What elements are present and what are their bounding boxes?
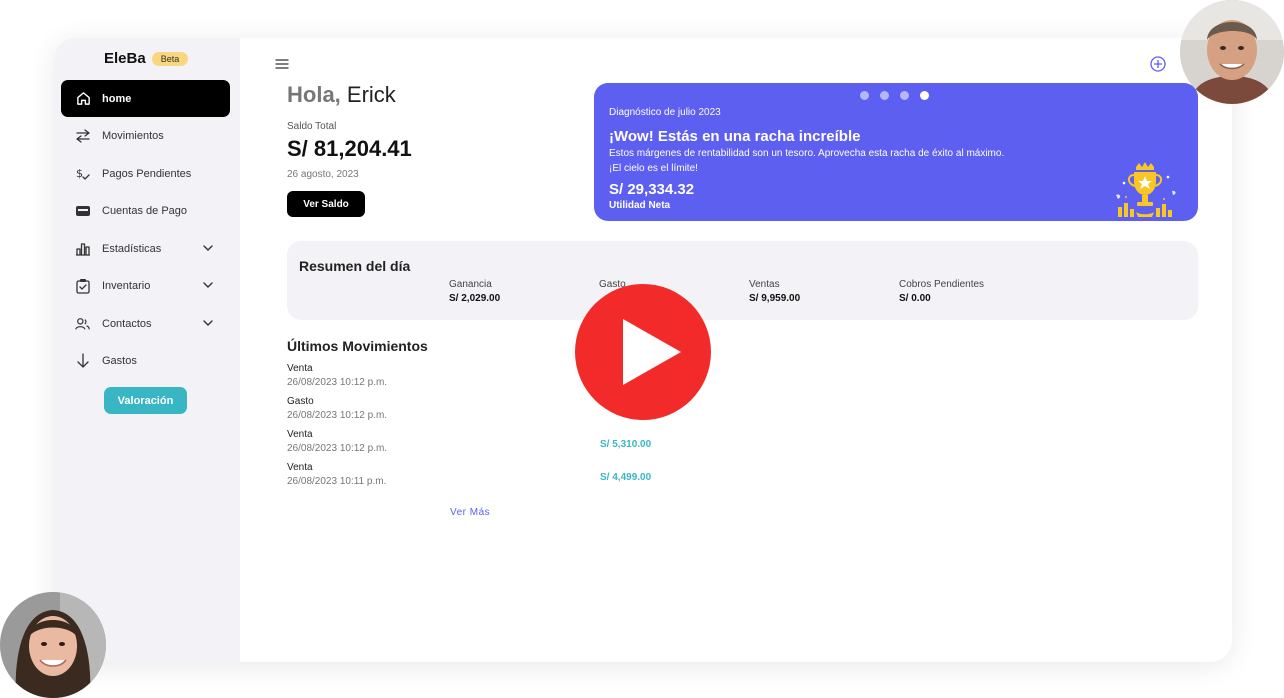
sidebar-item-label: Cuentas de Pago (102, 204, 188, 217)
ver-mas-link[interactable]: Ver Más (450, 507, 490, 518)
sidebar-item-pagos-pendientes[interactable]: $ Pagos Pendientes (61, 155, 230, 192)
hamburger-menu-icon[interactable] (274, 56, 290, 72)
carousel-dot-active[interactable] (920, 91, 929, 100)
metric-label: Ganancia (449, 279, 492, 290)
balance-date: 26 agosto, 2023 (287, 169, 359, 180)
home-icon (75, 91, 91, 107)
balance-value: S/ 81,204.41 (287, 136, 412, 161)
carousel-dot[interactable] (900, 91, 909, 100)
sidebar-item-movimientos[interactable]: Movimientos (61, 117, 230, 154)
sidebar-item-home[interactable]: home (61, 80, 230, 117)
brand: EleBa Beta (104, 50, 189, 67)
avatar-presenter-man (1180, 0, 1284, 104)
sidebar-item-estadisticas[interactable]: Estadísticas (61, 230, 230, 267)
play-icon (623, 319, 681, 385)
greeting: Hola, Erick (287, 82, 396, 108)
video-play-button[interactable] (575, 284, 711, 420)
clipboard-check-icon (75, 278, 91, 294)
stage: EleBa Beta home Movimientos $ Pagos Pend… (0, 0, 1284, 698)
sidebar: EleBa Beta home Movimientos $ Pagos Pend… (54, 38, 240, 662)
banner-amount-caption: Utilidad Neta (609, 200, 671, 211)
arrows-swap-icon (75, 128, 91, 144)
banner-message: Estos márgenes de rentabilidad son un te… (609, 148, 1005, 174)
metric-value: S/ 9,959.00 (749, 293, 801, 304)
user-name: Erick (346, 82, 396, 107)
sidebar-item-label: Contactos (102, 317, 152, 330)
daily-summary: Resumen del día Ganancia S/ 2,029.00 Gas… (287, 241, 1198, 320)
ver-saldo-button[interactable]: Ver Saldo (287, 191, 365, 217)
metric-cobros-pendientes: Cobros Pendientes S/ 0.00 (899, 279, 984, 304)
chevron-down-icon (202, 317, 214, 329)
svg-text:$: $ (76, 167, 83, 180)
metric-label: Cobros Pendientes (899, 279, 985, 290)
bar-chart-icon (75, 241, 91, 257)
carousel-dots (860, 91, 929, 100)
metric-label: Ventas (749, 279, 780, 290)
chevron-down-icon (202, 279, 214, 291)
movement-row[interactable]: Venta 26/08/2023 10:12 p.m. S/ 5,310.00 (287, 429, 707, 462)
sidebar-item-contactos[interactable]: Contactos (61, 305, 230, 342)
banner-amount: S/ 29,334.32 (609, 181, 695, 198)
sidebar-item-gastos[interactable]: Gastos (61, 342, 230, 379)
metric-ganancia: Ganancia S/ 2,029.00 (449, 279, 500, 304)
valoracion-button[interactable]: Valoración (104, 387, 187, 414)
banner-title: ¡Wow! Estás en una racha increíble (609, 128, 861, 145)
beta-badge: Beta (151, 51, 189, 66)
sidebar-item-label: Pagos Pendientes (102, 167, 192, 180)
add-circle-icon[interactable] (1150, 56, 1166, 72)
brand-name: EleBa (104, 50, 146, 67)
users-icon (75, 316, 91, 332)
sidebar-item-label: Gastos (102, 354, 137, 367)
sidebar-item-inventario[interactable]: Inventario (61, 267, 230, 304)
sidebar-item-label: home (102, 92, 132, 105)
summary-title: Resumen del día (299, 258, 411, 274)
metric-value: S/ 2,029.00 (449, 293, 501, 304)
metric-ventas: Ventas S/ 9,959.00 (749, 279, 800, 304)
movement-amount: S/ 4,499.00 (600, 472, 652, 483)
diagnostic-banner: Diagnóstico de julio 2023 ¡Wow! Estás en… (594, 83, 1198, 221)
arrow-down-icon (75, 352, 91, 369)
sidebar-item-label: Movimientos (102, 129, 164, 142)
metric-value: S/ 0.00 (899, 293, 931, 304)
carousel-dot[interactable] (860, 91, 869, 100)
sidebar-item-cuentas-de-pago[interactable]: Cuentas de Pago (61, 192, 230, 229)
balance-label: Saldo Total (287, 121, 337, 132)
main-content: Hola, Erick Saldo Total S/ 81,204.41 26 … (240, 38, 1232, 662)
movements-title: Últimos Movimientos (287, 338, 428, 354)
movement-row[interactable]: Venta 26/08/2023 10:11 p.m. S/ 4,499.00 (287, 462, 707, 495)
avatar-presenter-woman (0, 592, 106, 698)
wallet-icon (75, 203, 91, 219)
greeting-prefix: Hola, (287, 82, 341, 107)
sidebar-item-label: Estadísticas (102, 242, 162, 255)
movement-amount: S/ 5,310.00 (600, 439, 652, 450)
carousel-dot[interactable] (880, 91, 889, 100)
chevron-down-icon (202, 242, 214, 254)
dollar-check-icon: $ (75, 166, 91, 182)
sidebar-item-label: Inventario (102, 279, 151, 292)
trophy-icon (1106, 161, 1182, 221)
banner-subtitle: Diagnóstico de julio 2023 (609, 107, 721, 118)
